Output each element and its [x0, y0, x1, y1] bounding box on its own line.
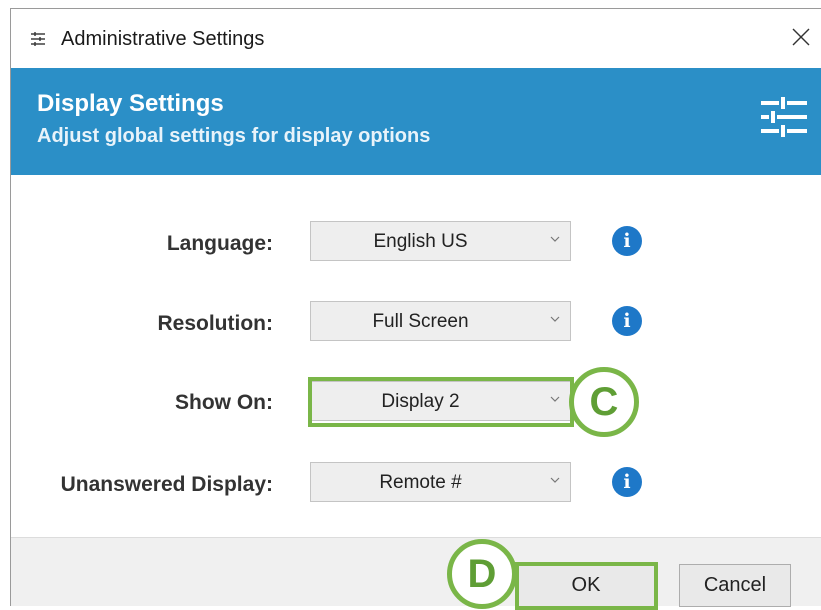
- language-select[interactable]: English US: [310, 221, 571, 261]
- settings-window: Administrative Settings Display Settings…: [10, 8, 821, 610]
- chevron-down-icon: [550, 316, 560, 322]
- language-info-icon[interactable]: i: [612, 226, 642, 256]
- sliders-icon: [761, 97, 807, 137]
- unanswered-display-value: Remote #: [379, 472, 462, 493]
- unanswered-display-label: Unanswered Display:: [60, 473, 273, 496]
- header-title: Display Settings: [37, 90, 224, 117]
- cancel-button[interactable]: Cancel: [679, 564, 791, 607]
- callout-c: C: [569, 367, 639, 437]
- sliders-icon: [31, 32, 45, 46]
- close-icon: [792, 28, 810, 46]
- settings-form: Language: English US i Resolution: Full …: [11, 175, 821, 537]
- header-subtitle: Adjust global settings for display optio…: [37, 125, 431, 147]
- language-value: English US: [373, 231, 468, 252]
- show-on-highlight: [308, 377, 574, 427]
- title-bar: Administrative Settings: [11, 9, 821, 68]
- resolution-info-icon[interactable]: i: [612, 306, 642, 336]
- window-title: Administrative Settings: [61, 28, 265, 50]
- unanswered-display-info-icon[interactable]: i: [612, 467, 642, 497]
- unanswered-display-select[interactable]: Remote #: [310, 462, 571, 502]
- resolution-select[interactable]: Full Screen: [310, 301, 571, 341]
- ok-highlight: [515, 562, 658, 610]
- language-label: Language:: [166, 232, 273, 255]
- show-on-label: Show On:: [175, 391, 273, 414]
- display-settings-header: Display Settings Adjust global settings …: [11, 68, 821, 175]
- close-button[interactable]: [781, 17, 821, 57]
- chevron-down-icon: [550, 477, 560, 483]
- dialog-footer: OK Cancel: [11, 537, 821, 610]
- resolution-label: Resolution:: [157, 312, 274, 335]
- resolution-value: Full Screen: [372, 311, 469, 332]
- chevron-down-icon: [550, 236, 560, 242]
- callout-d: D: [447, 539, 517, 609]
